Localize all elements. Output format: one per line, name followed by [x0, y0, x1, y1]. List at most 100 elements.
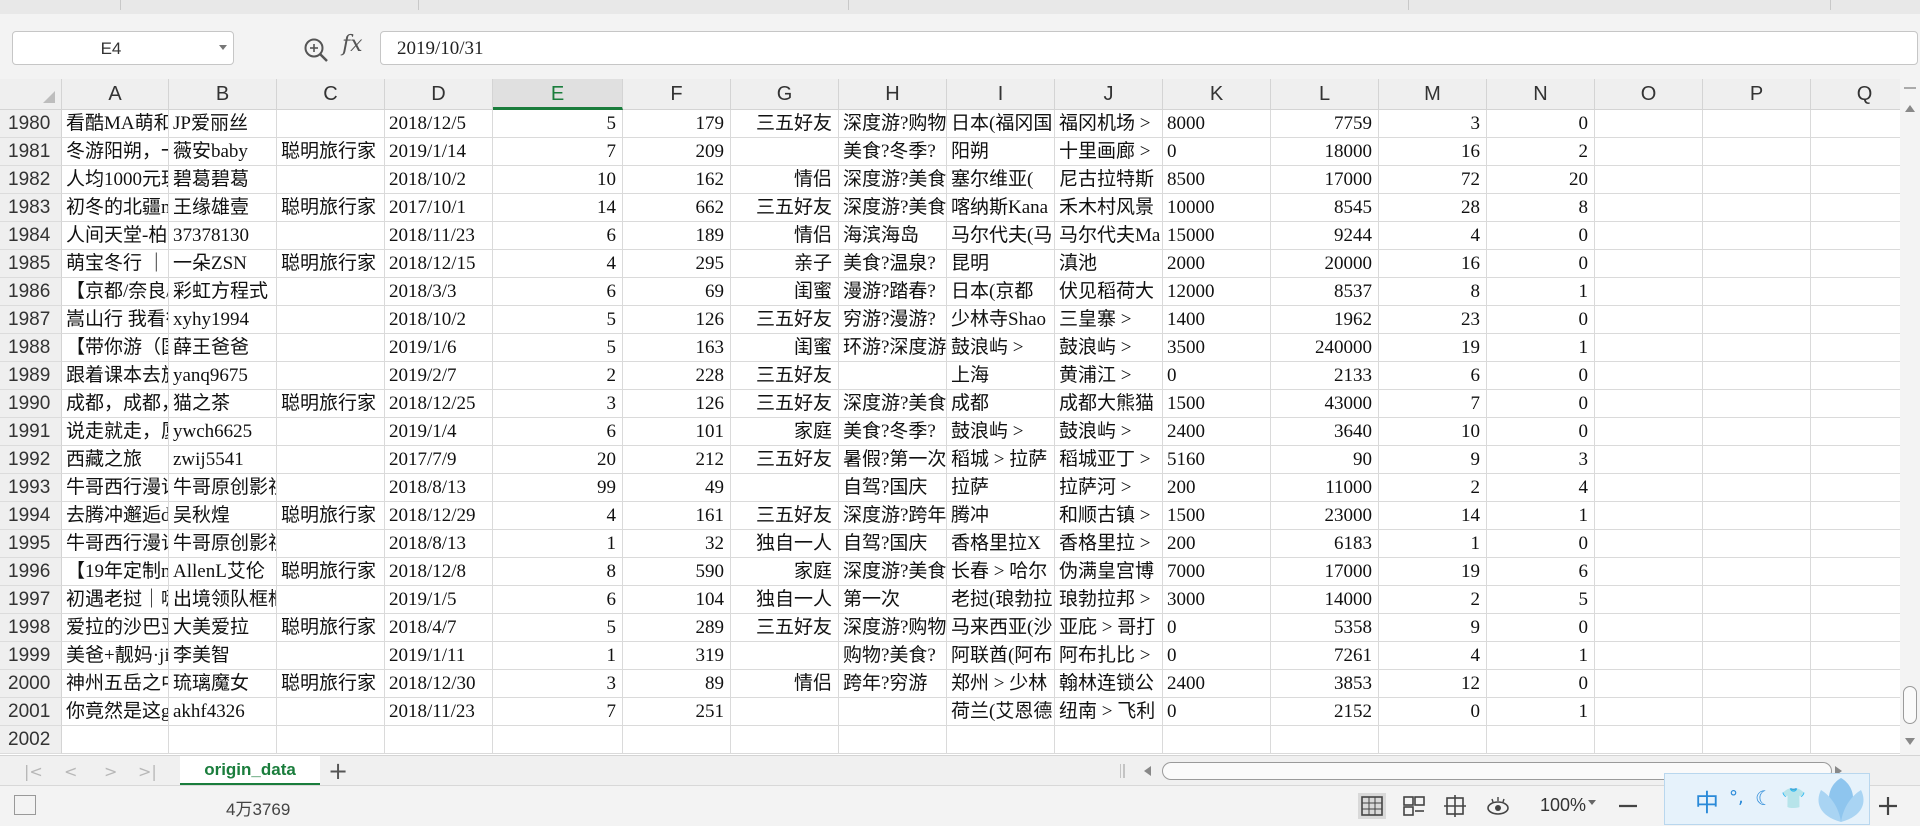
moon-icon[interactable]: ☾: [1755, 786, 1773, 810]
column-header-c[interactable]: C: [277, 79, 385, 110]
cell-g[interactable]: 家庭: [731, 558, 839, 586]
row-header[interactable]: 2002: [0, 726, 62, 754]
cell-q[interactable]: [1811, 502, 1900, 530]
cell-l[interactable]: 17000: [1271, 558, 1379, 586]
cell-d[interactable]: 2019/1/14: [385, 138, 493, 166]
cell-p[interactable]: [1703, 362, 1811, 390]
cell-p[interactable]: [1703, 194, 1811, 222]
cell-a[interactable]: 神州五岳之中岳嵩山-: [62, 670, 169, 698]
cell-d[interactable]: 2018/12/8: [385, 558, 493, 586]
cell-l[interactable]: 3853: [1271, 670, 1379, 698]
cell-e[interactable]: [493, 726, 623, 754]
cell-k[interactable]: [1163, 726, 1271, 754]
page-layout-view-icon[interactable]: [1442, 793, 1470, 819]
cell-h[interactable]: 美食?温泉?: [839, 250, 947, 278]
cell-o[interactable]: [1595, 278, 1703, 306]
sheet-tab-origin-data[interactable]: origin_data: [180, 756, 320, 786]
row-header[interactable]: 1982: [0, 166, 62, 194]
cell-a[interactable]: 人间天堂-柏悦哈达哈: [62, 222, 169, 250]
cell-e[interactable]: 5: [493, 334, 623, 362]
cell-j[interactable]: 香格里拉 >: [1055, 530, 1163, 558]
cell-h[interactable]: 美食?冬季?: [839, 418, 947, 446]
cell-i[interactable]: 阳朔: [947, 138, 1055, 166]
cell-b[interactable]: [169, 726, 277, 754]
chevron-down-icon[interactable]: [219, 45, 227, 50]
cell-m[interactable]: 7: [1379, 390, 1487, 418]
cell-g[interactable]: 三五好友: [731, 362, 839, 390]
cell-k[interactable]: 1500: [1163, 502, 1271, 530]
row-header[interactable]: 1995: [0, 530, 62, 558]
cell-k[interactable]: 10000: [1163, 194, 1271, 222]
cell-b[interactable]: zwij5541: [169, 446, 277, 474]
cell-g[interactable]: 闺蜜: [731, 334, 839, 362]
cell-b[interactable]: yanq9675: [169, 362, 277, 390]
cell-c[interactable]: [277, 222, 385, 250]
cell-q[interactable]: [1811, 558, 1900, 586]
cell-e[interactable]: 1: [493, 642, 623, 670]
cell-i[interactable]: 鼓浪屿 >: [947, 334, 1055, 362]
cell-h[interactable]: 跨年?穷游: [839, 670, 947, 698]
cell-l[interactable]: 43000: [1271, 390, 1379, 418]
cell-c[interactable]: 聪明旅行家: [277, 250, 385, 278]
cell-a[interactable]: 看酷MA萌和海豚。品和: [62, 110, 169, 138]
cell-f[interactable]: 126: [623, 390, 731, 418]
cell-o[interactable]: [1595, 446, 1703, 474]
cell-h[interactable]: 深度游?美食: [839, 194, 947, 222]
cell-a[interactable]: 爱拉的沙巴亚庇全纪录: [62, 614, 169, 642]
cell-n[interactable]: 0: [1487, 418, 1595, 446]
cell-l[interactable]: 3640: [1271, 418, 1379, 446]
cell-n[interactable]: 20: [1487, 166, 1595, 194]
cell-p[interactable]: [1703, 642, 1811, 670]
cell-n[interactable]: 0: [1487, 222, 1595, 250]
cell-d[interactable]: 2018/12/29: [385, 502, 493, 530]
cell-k[interactable]: 8500: [1163, 166, 1271, 194]
cell-l[interactable]: [1271, 726, 1379, 754]
cell-h[interactable]: 自驾?国庆: [839, 530, 947, 558]
cell-o[interactable]: [1595, 166, 1703, 194]
cell-n[interactable]: 0: [1487, 306, 1595, 334]
cell-i[interactable]: 塞尔维亚(: [947, 166, 1055, 194]
zoom-search-icon[interactable]: [302, 36, 330, 64]
cell-g[interactable]: 亲子: [731, 250, 839, 278]
row-header[interactable]: 1991: [0, 418, 62, 446]
cell-a[interactable]: 嵩山行 我看行——记: [62, 306, 169, 334]
column-header-b[interactable]: B: [169, 79, 277, 110]
cell-b[interactable]: ywch6625: [169, 418, 277, 446]
cell-j[interactable]: 成都大熊猫: [1055, 390, 1163, 418]
row-header[interactable]: 1990: [0, 390, 62, 418]
cell-p[interactable]: [1703, 166, 1811, 194]
cell-h[interactable]: 购物?美食?: [839, 642, 947, 670]
zoom-in-icon[interactable]: [1874, 793, 1902, 819]
cell-j[interactable]: 琅勃拉邦 >: [1055, 586, 1163, 614]
cell-h[interactable]: 深度游?美食: [839, 166, 947, 194]
cell-b[interactable]: 大美爱拉: [169, 614, 277, 642]
cell-i[interactable]: 长春 > 哈尔: [947, 558, 1055, 586]
cell-l[interactable]: 5358: [1271, 614, 1379, 642]
row-header[interactable]: 1994: [0, 502, 62, 530]
cell-o[interactable]: [1595, 138, 1703, 166]
cell-l[interactable]: 2133: [1271, 362, 1379, 390]
column-header-m[interactable]: M: [1379, 79, 1487, 110]
cell-e[interactable]: 5: [493, 110, 623, 138]
cell-h[interactable]: 环游?深度游: [839, 334, 947, 362]
cell-i[interactable]: 少林寺Shao: [947, 306, 1055, 334]
cell-f[interactable]: 289: [623, 614, 731, 642]
cell-a[interactable]: 牛哥西行漫记（10月1: [62, 530, 169, 558]
cell-j[interactable]: 禾木村风景: [1055, 194, 1163, 222]
cell-b[interactable]: 出境领队框框...: [169, 586, 277, 614]
scroll-down-icon[interactable]: [1905, 738, 1915, 745]
zoom-level[interactable]: 100%: [1540, 795, 1586, 816]
cell-q[interactable]: [1811, 698, 1900, 726]
cell-m[interactable]: 1: [1379, 530, 1487, 558]
cell-a[interactable]: 冬游阳朔，一场关于美: [62, 138, 169, 166]
cell-h[interactable]: 深度游?购物: [839, 614, 947, 642]
row-header[interactable]: 2001: [0, 698, 62, 726]
cell-h[interactable]: 海滨海岛: [839, 222, 947, 250]
cell-j[interactable]: 拉萨河 >: [1055, 474, 1163, 502]
zoom-chevron-icon[interactable]: [1588, 800, 1596, 805]
cell-d[interactable]: 2018/12/5: [385, 110, 493, 138]
row-header[interactable]: 1993: [0, 474, 62, 502]
cell-g[interactable]: 三五好友: [731, 614, 839, 642]
cell-l[interactable]: 1962: [1271, 306, 1379, 334]
cell-b[interactable]: 一朵ZSN: [169, 250, 277, 278]
